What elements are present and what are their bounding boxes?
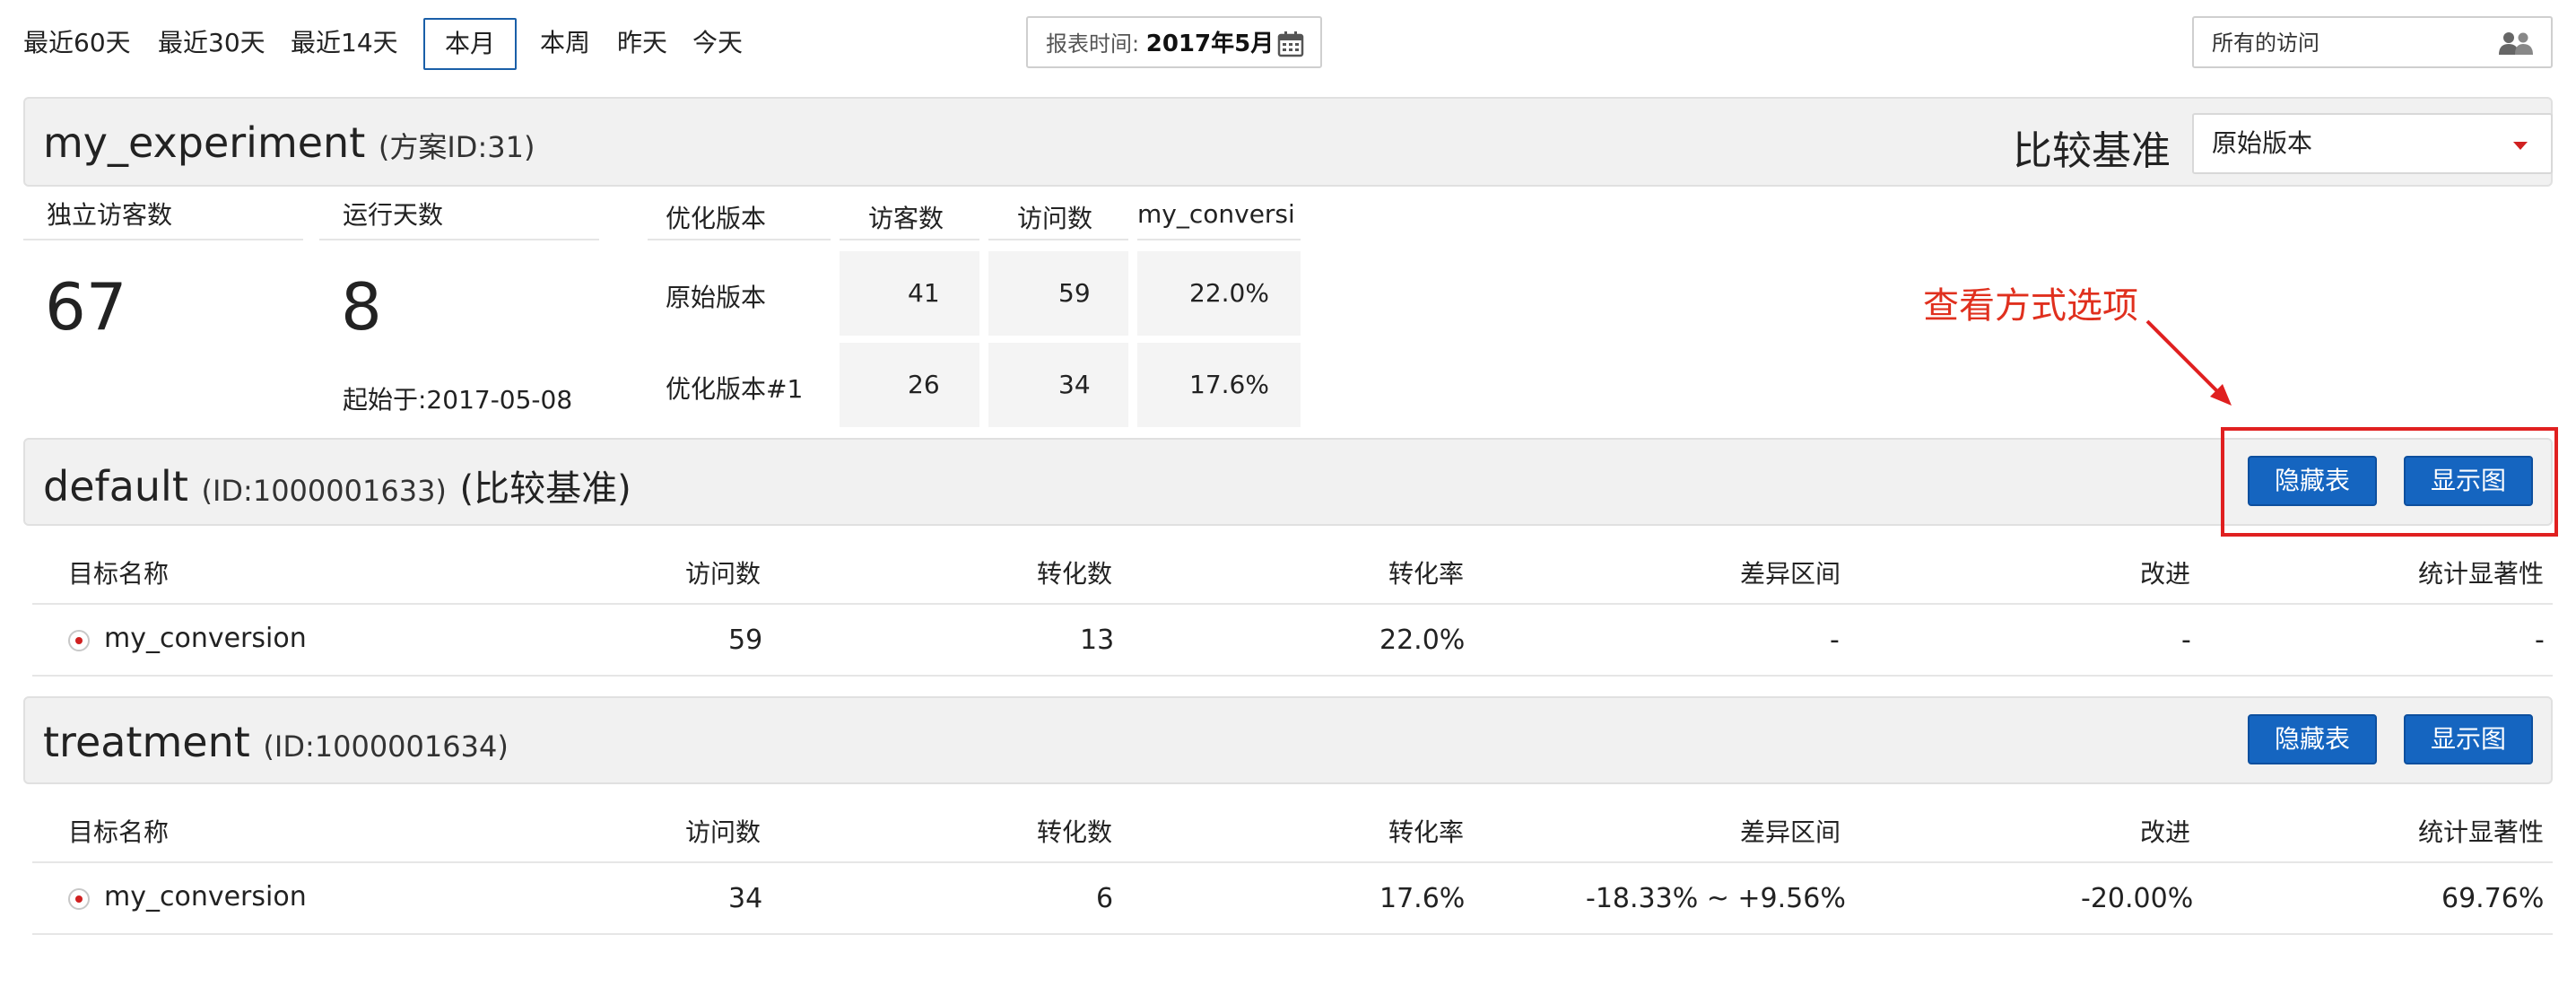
range-last-60-days[interactable]: 最近60天 [23,18,131,68]
divider [988,239,1128,240]
col-header-conversions: 转化数 [1037,817,1113,847]
goal-improvement: -20.00% [2081,883,2194,914]
experiment-name: my_experiment [43,118,366,167]
visits-filter[interactable]: 所有的访问 [2192,16,2553,68]
baseline-select[interactable]: 原始版本 [2192,113,2553,174]
divider [32,861,2553,863]
range-this-month[interactable]: 本月 [423,18,518,70]
goal-interval: - [1830,625,1840,656]
baseline-select-value: 原始版本 [2212,128,2313,158]
divider [840,239,979,240]
goal-conversions: 6 [1096,883,1114,914]
goal-rate: 17.6% [1379,883,1466,914]
report-time-value: 2017年5月 [1145,31,1275,57]
table-cell: 优化版本#1 [666,374,804,404]
baseline-label: 比较基准 [2013,128,2171,174]
table-cell: 41 [908,278,940,308]
col-header-conversions: 转化数 [1037,559,1113,589]
unique-visitors-value: 67 [45,269,127,345]
report-time-picker[interactable]: 报表时间: 2017年5月 [1026,16,1322,68]
variant-name: treatment [43,718,250,766]
radio-selected-icon[interactable] [68,888,90,910]
table-cell: 59 [1058,278,1091,308]
divider [32,603,2553,605]
table-cell: 26 [908,370,940,399]
divider [1137,239,1301,240]
goal-significance: - [2535,625,2545,656]
range-last-30-days[interactable]: 最近30天 [158,18,265,68]
divider [319,239,599,240]
col-header-improvement: 改进 [2140,817,2191,847]
goal-conversions: 13 [1080,625,1115,656]
col-header-visits: 访问数 [685,817,761,847]
divider [32,675,2553,677]
range-yesterday[interactable]: 昨天 [617,18,667,68]
goal-improvement: - [2181,625,2191,656]
annotation-text: 查看方式选项 [1923,285,2138,327]
show-chart-button[interactable]: 显示图 [2404,714,2533,764]
goal-significance: 69.76% [2441,883,2545,914]
table-header: my_conversi [1137,199,1295,229]
baseline-tag: (比较基准) [459,468,631,510]
goal-visits: 34 [728,883,763,914]
goal-rate: 22.0% [1379,625,1466,656]
variant-header-default: default (ID:1000001633) (比较基准) [23,438,2553,526]
variant-name: default [43,462,188,511]
report-time-label: 报表时间: [1046,31,1140,57]
users-icon [2499,32,2533,55]
col-header-improvement: 改进 [2140,559,2191,589]
table-header: 访问数 [1017,204,1093,233]
experiment-header: my_experiment (方案ID:31) 比较基准 [23,97,2553,187]
hide-table-button[interactable]: 隐藏表 [2248,714,2377,764]
divider [23,239,303,240]
run-days-label: 运行天数 [343,200,444,230]
goal-name: my_conversion [104,881,307,913]
table-cell: 17.6% [1189,370,1269,399]
col-header-goal: 目标名称 [68,559,170,589]
variant-id: (ID:1000001634) [263,729,509,764]
col-header-significance: 统计显著性 [2418,817,2545,847]
col-header-visits: 访问数 [685,559,761,589]
unique-visitors-label: 独立访客数 [47,200,173,230]
col-header-rate: 转化率 [1388,559,1465,589]
table-cell: 22.0% [1189,278,1269,308]
table-cell: 原始版本 [666,283,767,312]
range-this-week[interactable]: 本周 [540,18,590,68]
table-header: 访客数 [868,204,944,233]
divider [648,239,831,240]
experiment-scheme-id: (方案ID:31) [378,130,535,164]
start-date: 起始于:2017-05-08 [343,385,573,415]
table-cell: 34 [1058,370,1091,399]
col-header-goal: 目标名称 [68,817,170,847]
annotation-highlight-box [2221,427,2558,537]
goal-interval: -18.33% ~ +9.56% [1586,883,1846,914]
visits-filter-label: 所有的访问 [2212,31,2319,56]
radio-selected-icon[interactable] [68,630,90,651]
col-header-significance: 统计显著性 [2418,559,2545,589]
variant-id: (ID:1000001633) [201,474,447,508]
goal-name: my_conversion [104,623,307,654]
col-header-interval: 差异区间 [1740,559,1841,589]
run-days-value: 8 [341,269,382,345]
range-last-14-days[interactable]: 最近14天 [291,18,398,68]
variant-header-treatment: treatment (ID:1000001634) [23,696,2553,784]
col-header-interval: 差异区间 [1740,817,1841,847]
calendar-icon [1277,31,1304,57]
goal-visits: 59 [728,625,763,656]
caret-down-icon [2513,142,2528,150]
col-header-rate: 转化率 [1388,817,1465,847]
annotation-arrow-icon [2145,319,2232,406]
divider [32,933,2553,935]
table-header: 优化版本 [666,204,767,233]
range-today[interactable]: 今天 [692,18,743,68]
